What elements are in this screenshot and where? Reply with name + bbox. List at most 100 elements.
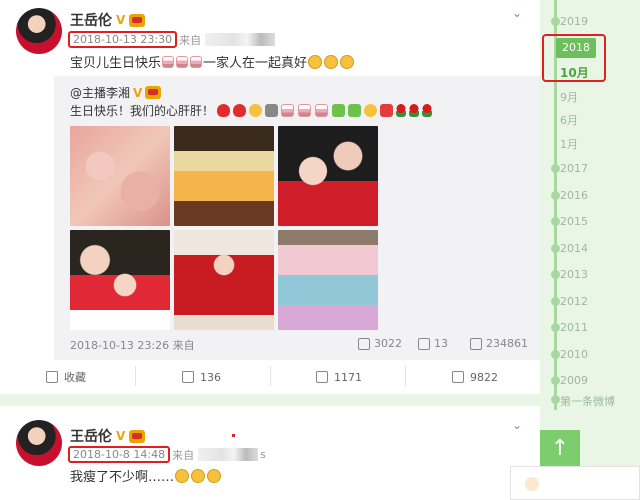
repost-timestamp[interactable]: 2018-10-13 23:26 来自 [70, 337, 195, 353]
red-dot [232, 434, 235, 437]
forward-button[interactable]: 136 [182, 368, 221, 386]
favorite-label: 收藏 [64, 371, 86, 384]
divider [135, 366, 136, 386]
user-row: 王岳伦 V [70, 10, 146, 30]
grin-emoji-icon [249, 104, 263, 117]
divider [270, 366, 271, 386]
timeline-year[interactable]: 2009 [560, 374, 588, 387]
repost-time: 2018-10-13 23:26 来自 [70, 337, 195, 353]
repost-comment[interactable]: 13 [418, 337, 448, 350]
repost-comment-count: 13 [434, 337, 448, 350]
gift-icon [332, 104, 346, 117]
timeline-year-2018-selected[interactable]: 2018 [556, 38, 596, 58]
photo-5[interactable] [174, 230, 274, 330]
reposted-content: @主播李湘 V 生日快乐！我们的心肝肝！ 2018-10-13 23:26 来自… [54, 76, 540, 360]
laugh-emoji-icon [191, 469, 206, 483]
family-emoji-icon [340, 55, 355, 69]
rose-icon [422, 104, 433, 117]
timeline-first-post[interactable]: 第一条微博 [560, 393, 615, 409]
timeline-year[interactable]: 2012 [560, 295, 588, 308]
timeline-year-2019[interactable]: 2019 [560, 15, 588, 28]
verified-icon: V [116, 13, 126, 27]
laugh-emoji-icon [207, 469, 222, 483]
thumbs-up-icon [470, 337, 482, 350]
like-button[interactable]: 9822 [452, 368, 498, 386]
timeline-year[interactable]: 2016 [560, 189, 588, 202]
post-text-part2: 一家人在一起真好 [203, 56, 308, 71]
forward-icon [182, 371, 194, 383]
timeline-dot [551, 323, 560, 332]
back-to-top-button[interactable]: ↑ [540, 430, 580, 470]
camera-icon [265, 104, 279, 117]
photo-1[interactable] [70, 126, 170, 226]
timeline-month-october[interactable]: 10月 [560, 64, 589, 81]
heart-icon [233, 104, 247, 117]
photo-4[interactable] [70, 230, 170, 330]
repost-share[interactable]: 3022 [358, 337, 402, 350]
post-timestamp[interactable]: 2018-10-13 23:30 [68, 31, 178, 48]
repost-share-count: 3022 [374, 337, 402, 350]
post-text-part1: 宝贝儿生日快乐 [70, 56, 162, 71]
photo-6[interactable] [278, 230, 378, 330]
post-text-content: 我瘦了不少啊…… [70, 470, 175, 485]
verified-icon: V [133, 85, 143, 100]
comment-button[interactable]: 1171 [316, 368, 362, 386]
family-emoji-icon [308, 55, 323, 69]
timeline-year[interactable]: 2014 [560, 242, 588, 255]
repost-author[interactable]: @主播李湘 [70, 84, 130, 101]
floating-popup[interactable] [510, 466, 640, 500]
timeline-year[interactable]: 2013 [560, 268, 588, 281]
cake-icon [281, 104, 295, 117]
timeline-year[interactable]: 2015 [560, 215, 588, 228]
favorite-button[interactable]: 收藏 [46, 368, 86, 386]
crown-icon [145, 86, 162, 99]
source-tail: s [260, 448, 266, 461]
username[interactable]: 王岳伦 [70, 10, 112, 30]
avatar[interactable] [16, 420, 62, 466]
post-card: 王岳伦 V 2018-10-13 23:30 来自 ⌄ 宝贝儿生日快乐 一家人在一… [0, 0, 540, 394]
popup-icon [525, 477, 539, 491]
arrow-up-icon: ↑ [550, 436, 570, 461]
laugh-emoji-icon [175, 469, 190, 483]
timeline-dot [551, 191, 560, 200]
like-count: 9822 [470, 370, 498, 384]
chevron-down-icon[interactable]: ⌄ [510, 6, 524, 20]
timeline-month[interactable]: 9月 [560, 89, 578, 105]
timeline-dot [551, 164, 560, 173]
photo-2[interactable] [174, 126, 274, 226]
verified-icon: V [116, 429, 126, 443]
avatar[interactable] [16, 8, 62, 54]
post-timestamp[interactable]: 2018-10-8 14:48 [68, 446, 171, 463]
timeline-month[interactable]: 1月 [560, 136, 578, 152]
cake-icon [176, 56, 189, 68]
photo-3[interactable] [278, 126, 378, 226]
post-meta: 2018-10-13 23:30 来自 [68, 31, 276, 48]
timeline-dot [551, 376, 560, 385]
timeline-dot [551, 395, 560, 404]
username[interactable]: 王岳伦 [70, 426, 112, 446]
comment-icon [316, 371, 328, 383]
timeline-year[interactable]: 2017 [560, 162, 588, 175]
timeline-dot [551, 217, 560, 226]
divider [405, 366, 406, 386]
chevron-down-icon[interactable]: ⌄ [510, 418, 524, 432]
cake-icon [162, 56, 175, 68]
post-meta: 2018-10-8 14:48 来自 s [68, 446, 266, 463]
timeline-dot [551, 270, 560, 279]
weibo-feed: 王岳伦 V 2018-10-13 23:30 来自 ⌄ 宝贝儿生日快乐 一家人在一… [0, 0, 540, 500]
cake-icon [315, 104, 329, 117]
gift-icon [348, 104, 362, 117]
comment-count: 1171 [334, 370, 362, 384]
source-blurred [198, 448, 259, 461]
post-text: 宝贝儿生日快乐 一家人在一起真好 [70, 52, 355, 71]
thumbs-up-icon [452, 371, 464, 383]
repost-like[interactable]: 234861 [470, 337, 528, 350]
family-emoji-icon [324, 55, 339, 69]
repost-author-row: @主播李湘 V [70, 84, 162, 101]
share-icon [358, 337, 370, 350]
timeline-dot [551, 17, 560, 26]
timeline-year[interactable]: 2011 [560, 321, 588, 334]
repost-text-row: 生日快乐！我们的心肝肝！ [70, 102, 433, 119]
timeline-month[interactable]: 6月 [560, 112, 578, 128]
timeline-year[interactable]: 2010 [560, 348, 588, 361]
